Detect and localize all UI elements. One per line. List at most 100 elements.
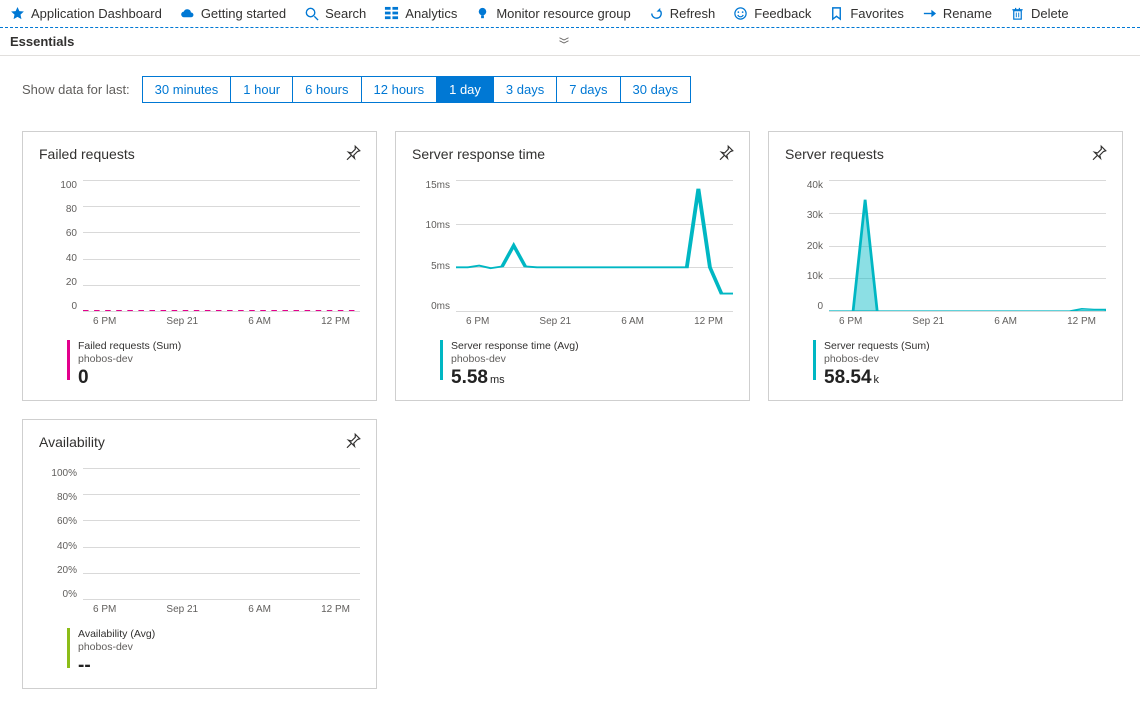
y-tick: 80 (39, 204, 77, 215)
toolbar-btn-label: Getting started (201, 6, 286, 21)
bookmark-icon (829, 6, 844, 21)
toolbar-btn-getting-started[interactable]: Getting started (180, 6, 286, 21)
x-tick: 6 AM (248, 316, 271, 330)
chevron-down-icon[interactable] (558, 34, 570, 49)
x-tick: 12 PM (321, 316, 350, 330)
toolbar-btn-label: Application Dashboard (31, 6, 162, 21)
card-title: Failed requests (39, 146, 360, 162)
metric-accent (813, 340, 816, 380)
metric-summary: Availability (Avg) phobos-dev -- (67, 628, 360, 678)
search-icon (304, 6, 319, 21)
timerange-option[interactable]: 30 minutes (143, 77, 232, 102)
cloud-icon (180, 6, 195, 21)
x-tick: 6 AM (621, 316, 644, 330)
toolbar-btn-rename[interactable]: Rename (922, 6, 992, 21)
x-axis: 6 PM Sep 21 6 AM 12 PM (456, 316, 733, 330)
metric-summary: Failed requests (Sum) phobos-dev 0 (67, 340, 360, 390)
card-server_response_time: Server response time 15ms 10ms 5ms 0ms 6 PM… (395, 131, 750, 401)
y-axis: 100806040200 (39, 180, 83, 312)
pin-icon[interactable] (344, 144, 362, 165)
y-tick: 0ms (412, 301, 450, 312)
x-tick: 12 PM (694, 316, 723, 330)
metric-unit: k (874, 374, 880, 386)
metric-value: 0 (78, 366, 181, 390)
y-tick: 30k (785, 210, 823, 221)
x-axis: 6 PMSep 216 AM12 PM (83, 604, 360, 618)
timerange-option[interactable]: 12 hours (362, 77, 438, 102)
toolbar-btn-analytics[interactable]: Analytics (384, 6, 457, 21)
plot-area (829, 180, 1106, 312)
essentials-panel-header[interactable]: Essentials (0, 28, 1140, 56)
toolbar-btn-feedback[interactable]: Feedback (733, 6, 811, 21)
toolbar-btn-label: Rename (943, 6, 992, 21)
y-axis: 40k30k20k10k0 (785, 180, 829, 312)
x-tick: 6 AM (994, 316, 1017, 330)
x-tick: 6 PM (466, 316, 489, 330)
metric-value: 58.54k (824, 366, 930, 390)
toolbar-btn-refresh[interactable]: Refresh (649, 6, 716, 21)
toolbar-btn-monitor[interactable]: Monitor resource group (475, 6, 630, 21)
card-server_requests: Server requests 40k30k20k10k0 6 PMSep 21… (768, 131, 1123, 401)
x-tick: 6 AM (248, 604, 271, 618)
y-tick: 20% (39, 565, 77, 576)
y-tick: 60 (39, 228, 77, 239)
essentials-label: Essentials (10, 34, 74, 49)
y-tick: 15ms (412, 180, 450, 191)
time-range-label: Show data for last: (22, 82, 130, 97)
grid-icon (384, 6, 399, 21)
y-tick: 5ms (412, 261, 450, 272)
series (83, 468, 360, 599)
pin-icon[interactable] (344, 432, 362, 453)
metric-value: 5.58ms (451, 366, 579, 390)
toolbar-btn-label: Monitor resource group (496, 6, 630, 21)
metric-summary: Server response time (Avg) phobos-dev 5.… (440, 340, 733, 390)
metric-summary: Server requests (Sum) phobos-dev 58.54k (813, 340, 1106, 390)
y-tick: 0 (785, 301, 823, 312)
chart[interactable]: 100806040200 6 PMSep 216 AM12 PM (39, 180, 360, 330)
timerange-option[interactable]: 7 days (557, 77, 620, 102)
x-tick: Sep 21 (166, 604, 198, 618)
metric-name: Server requests (Sum) (824, 340, 930, 353)
timerange-option[interactable]: 1 day (437, 77, 494, 102)
timerange-option[interactable]: 30 days (621, 77, 691, 102)
y-tick: 20 (39, 277, 77, 288)
toolbar-btn-delete[interactable]: Delete (1010, 6, 1069, 21)
toolbar-btn-label: Feedback (754, 6, 811, 21)
timerange-option[interactable]: 3 days (494, 77, 557, 102)
y-tick: 40% (39, 541, 77, 552)
y-tick: 100 (39, 180, 77, 191)
timerange-option[interactable]: 6 hours (293, 77, 361, 102)
y-tick: 60% (39, 516, 77, 527)
metric-name: Availability (Avg) (78, 628, 155, 641)
y-tick: 80% (39, 492, 77, 503)
time-range-selector: Show data for last: 30 minutes1 hour6 ho… (0, 56, 1140, 113)
y-tick: 20k (785, 241, 823, 252)
toolbar-btn-favorites[interactable]: Favorites (829, 6, 903, 21)
x-axis: 6 PMSep 216 AM12 PM (83, 316, 360, 330)
chart[interactable]: 40k30k20k10k0 6 PMSep 216 AM12 PM (785, 180, 1106, 330)
metric-resource: phobos-dev (824, 353, 930, 366)
timerange-option[interactable]: 1 hour (231, 77, 293, 102)
toolbar-btn-app-dashboard[interactable]: Application Dashboard (10, 6, 162, 21)
y-tick: 10ms (412, 220, 450, 231)
metric-resource: phobos-dev (78, 641, 155, 654)
x-tick: Sep 21 (539, 316, 571, 330)
toolbar-btn-search[interactable]: Search (304, 6, 366, 21)
toolbar-btn-label: Delete (1031, 6, 1069, 21)
metric-accent (67, 340, 70, 380)
toolbar-btn-label: Search (325, 6, 366, 21)
pin-icon[interactable] (1090, 144, 1108, 165)
chart[interactable]: 100%80%60%40%20%0% 6 PMSep 216 AM12 PM (39, 468, 360, 618)
plot-area (83, 180, 360, 312)
metric-name: Failed requests (Sum) (78, 340, 181, 353)
command-bar: Application Dashboard Getting started Sear… (0, 0, 1140, 28)
chart[interactable]: 15ms 10ms 5ms 0ms 6 PM Sep 21 6 AM 12 PM (412, 180, 733, 330)
pin-icon[interactable] (717, 144, 735, 165)
y-tick: 10k (785, 271, 823, 282)
card-availability: Availability 100%80%60%40%20%0% 6 PMSep … (22, 419, 377, 689)
metric-resource: phobos-dev (451, 353, 579, 366)
card-title: Server response time (412, 146, 733, 162)
card-failed_requests: Failed requests 100806040200 6 PMSep 216… (22, 131, 377, 401)
y-axis: 15ms 10ms 5ms 0ms (412, 180, 456, 312)
series (83, 180, 360, 311)
